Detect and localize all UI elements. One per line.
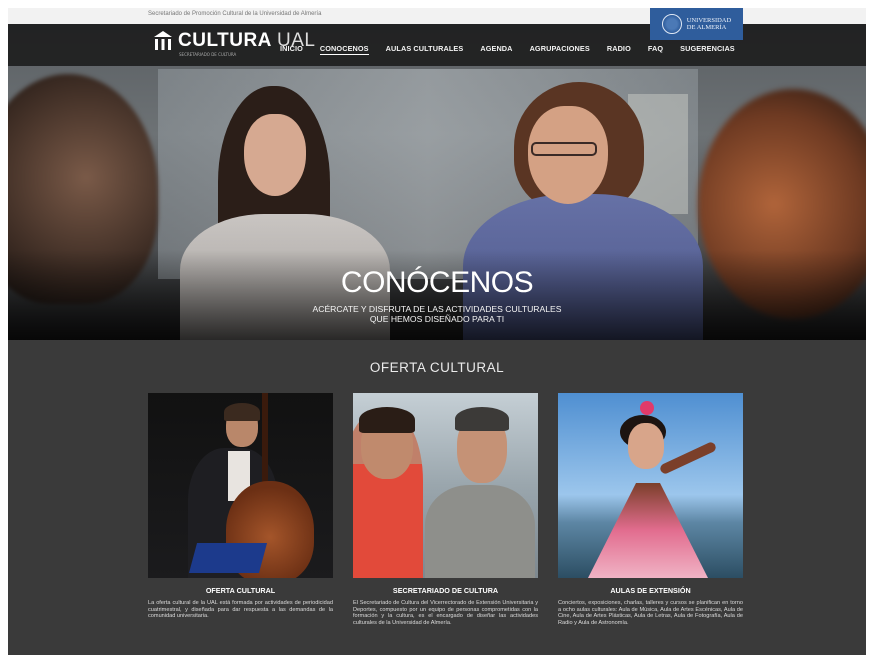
hero-subtitle: ACÉRCATE Y DISFRUTA DE LAS ACTIVIDADES C… xyxy=(312,304,562,324)
card-image-musician[interactable] xyxy=(148,393,333,578)
hero-title: CONÓCENOS xyxy=(340,266,534,299)
hero-banner: CONÓCENOS ACÉRCATE Y DISFRUTA DE LAS ACT… xyxy=(8,24,866,340)
offer-card: OFERTA CULTURAL La oferta cultural de la… xyxy=(148,393,333,620)
nav-conocenos[interactable]: CONOCENOS xyxy=(319,44,369,55)
card-text: La oferta cultural de la UAL está formad… xyxy=(148,600,333,620)
logo-name: CULTURA xyxy=(178,30,272,51)
building-icon xyxy=(154,31,172,50)
card-title[interactable]: AULAS DE EXTENSIÓN xyxy=(558,586,743,595)
card-title[interactable]: SECRETARIADO DE CULTURA xyxy=(353,586,538,595)
logo-tagline: SECRETARIADO DE CULTURA xyxy=(179,52,237,57)
nav-menu: INICIO CONOCENOS AULAS CULTURALES AGENDA… xyxy=(280,44,752,55)
university-logo[interactable]: Universidad de Almería xyxy=(650,8,743,40)
nav-inicio[interactable]: INICIO xyxy=(280,44,303,55)
nav-faq[interactable]: FAQ xyxy=(648,44,663,55)
nav-sugerencias[interactable]: SUGERENCIAS xyxy=(680,44,735,55)
offer-card: AULAS DE EXTENSIÓN Conciertos, exposicio… xyxy=(558,393,743,626)
section-title: OFERTA CULTURAL xyxy=(369,360,505,375)
page: Secretariado de Promoción Cultural de la… xyxy=(8,8,866,655)
nav-agenda[interactable]: AGENDA xyxy=(480,44,512,55)
institution-link[interactable]: Secretariado de Promoción Cultural de la… xyxy=(148,11,321,17)
university-name-line1: Universidad xyxy=(686,17,732,24)
university-name-line2: de Almería xyxy=(686,24,727,31)
offer-card: SECRETARIADO DE CULTURA El Secretariado … xyxy=(353,393,538,626)
card-text: Conciertos, exposiciones, charlas, talle… xyxy=(558,600,743,626)
card-title[interactable]: OFERTA CULTURAL xyxy=(148,586,333,595)
nav-agrupaciones[interactable]: AGRUPACIONES xyxy=(530,44,590,55)
card-image-dancer[interactable] xyxy=(558,393,743,578)
nav-radio[interactable]: RADIO xyxy=(607,44,631,55)
card-image-staff[interactable] xyxy=(353,393,538,578)
university-seal-icon xyxy=(661,14,682,34)
card-text: El Secretariado de Cultura del Vicerrect… xyxy=(353,600,538,626)
nav-aulas-culturales[interactable]: AULAS CULTURALES xyxy=(386,44,464,55)
